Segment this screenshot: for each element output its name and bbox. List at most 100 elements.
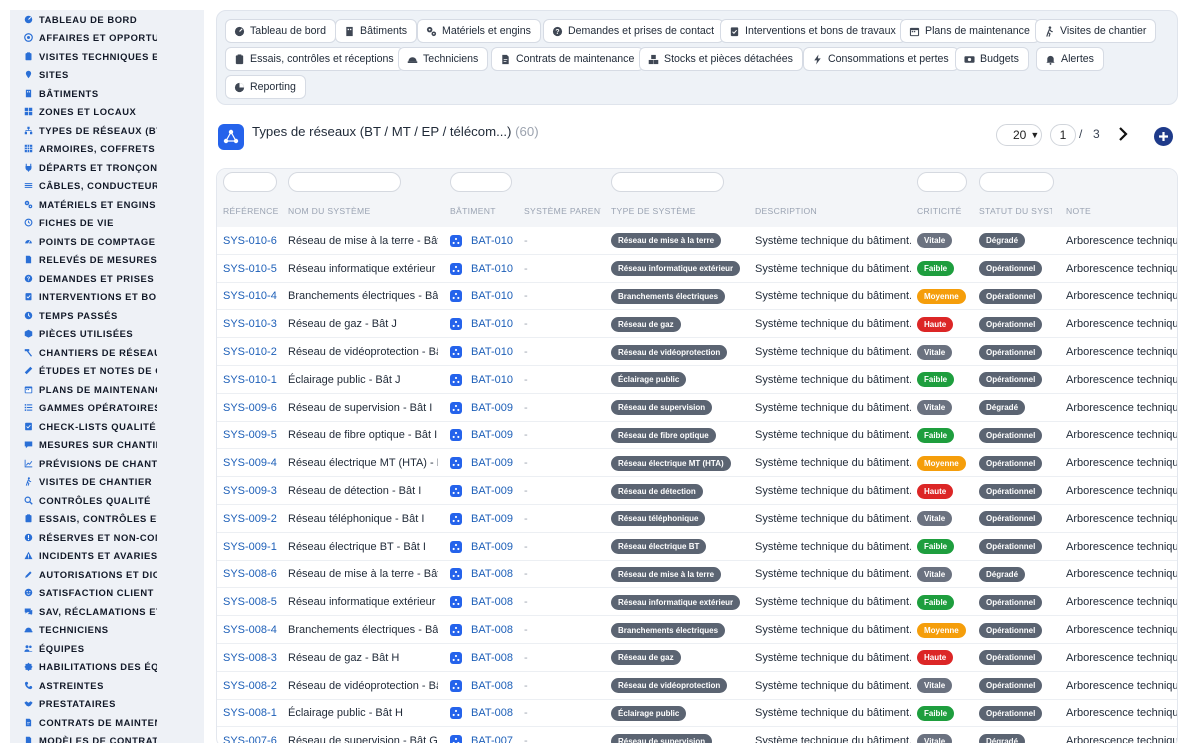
building-link[interactable]: BAT-008 <box>450 561 520 589</box>
sidebar-item[interactable]: CHECK-LISTS QUALITÉ <box>10 417 204 436</box>
building-link[interactable]: BAT-010 <box>450 283 520 311</box>
sidebar-item[interactable]: MODÈLES DE CONTRATS <box>10 732 204 743</box>
sidebar-item[interactable]: DÉPARTS ET TRONÇONS <box>10 158 204 177</box>
sidebar-item[interactable]: AFFAIRES ET OPPORTUNITÉS <box>10 29 204 48</box>
sidebar-item[interactable]: TEMPS PASSÉS <box>10 306 204 325</box>
sidebar-item[interactable]: GAMMES OPÉRATOIRES <box>10 399 204 418</box>
nav-tab[interactable]: Matériels et engins <box>417 19 541 43</box>
system-ref-link[interactable]: SYS-009-2 <box>223 505 283 533</box>
building-link[interactable]: BAT-008 <box>450 588 520 616</box>
building-link[interactable]: BAT-010 <box>450 310 520 338</box>
column-header-crit[interactable]: CRITICITÉ <box>917 206 975 216</box>
building-link[interactable]: BAT-008 <box>450 700 520 728</box>
table-row[interactable]: SYS-009-3 Réseau de détection - Bât I BA… <box>217 477 1177 505</box>
sidebar-item[interactable]: ÉTUDES ET NOTES DE CALCUL <box>10 362 204 381</box>
sidebar-item[interactable]: ESSAIS, CONTRÔLES ET <box>10 510 204 529</box>
sidebar-item[interactable]: ARMOIRES, COFFRETS ET <box>10 140 204 159</box>
column-header-note[interactable]: NOTE <box>1066 206 1166 216</box>
sidebar-item[interactable]: CONTRÔLES QUALITÉ <box>10 491 204 510</box>
system-ref-link[interactable]: SYS-009-5 <box>223 422 283 450</box>
sidebar-item[interactable]: AUTORISATIONS ET DICT <box>10 565 204 584</box>
sidebar-item[interactable]: PRÉVISIONS DE CHANTIER <box>10 454 204 473</box>
system-ref-link[interactable]: SYS-009-4 <box>223 449 283 477</box>
column-header-parent[interactable]: SYSTÈME PARENT <box>524 206 601 216</box>
page-input[interactable]: 1 <box>1050 124 1076 146</box>
nav-tab[interactable]: Plans de maintenance <box>900 19 1040 43</box>
sidebar-item[interactable]: CÂBLES, CONDUCTEURS <box>10 177 204 196</box>
system-ref-link[interactable]: SYS-010-6 <box>223 227 283 255</box>
table-row[interactable]: SYS-008-2 Réseau de vidéoprotection - Bâ… <box>217 672 1177 700</box>
table-row[interactable]: SYS-010-5 Réseau informatique extérieur … <box>217 255 1177 283</box>
building-link[interactable]: BAT-008 <box>450 616 520 644</box>
table-row[interactable]: SYS-007-6 Réseau de supervision - Bât G … <box>217 727 1177 743</box>
filter-ref-input[interactable] <box>223 172 277 192</box>
sidebar-item[interactable]: PIÈCES UTILISÉES <box>10 325 204 344</box>
sidebar-item[interactable]: PRESTATAIRES <box>10 695 204 714</box>
building-link[interactable]: BAT-007 <box>450 727 520 743</box>
sidebar-item[interactable]: TYPES DE RÉSEAUX (BT / MT / EP / TÉLÉCOM… <box>10 121 204 140</box>
nav-tab[interactable]: Contrats de maintenance <box>491 47 645 71</box>
building-link[interactable]: BAT-008 <box>450 644 520 672</box>
system-ref-link[interactable]: SYS-007-6 <box>223 727 283 743</box>
sidebar-item[interactable]: SITES <box>10 66 204 85</box>
system-ref-link[interactable]: SYS-008-5 <box>223 588 283 616</box>
sidebar-item[interactable]: TECHNICIENS <box>10 621 204 640</box>
nav-tab[interactable]: Essais, contrôles et réceptions <box>225 47 404 71</box>
sidebar-item[interactable]: PLANS DE MAINTENANCE <box>10 380 204 399</box>
nav-tab[interactable]: Budgets <box>955 47 1029 71</box>
sidebar-item[interactable]: MATÉRIELS ET ENGINS <box>10 195 204 214</box>
building-link[interactable]: BAT-009 <box>450 477 520 505</box>
table-row[interactable]: SYS-009-6 Réseau de supervision - Bât I … <box>217 394 1177 422</box>
nav-tab[interactable]: Tableau de bord <box>225 19 336 43</box>
system-ref-link[interactable]: SYS-010-5 <box>223 255 283 283</box>
system-ref-link[interactable]: SYS-010-2 <box>223 338 283 366</box>
nav-tab[interactable]: Bâtiments <box>335 19 418 43</box>
building-link[interactable]: BAT-009 <box>450 449 520 477</box>
table-row[interactable]: SYS-010-1 Éclairage public - Bât J BAT-0… <box>217 366 1177 394</box>
column-header-desc[interactable]: DESCRIPTION <box>755 206 905 216</box>
sidebar-item[interactable]: TABLEAU DE BORD <box>10 10 204 29</box>
column-header-bat[interactable]: BÂTIMENT <box>450 206 520 216</box>
sidebar-item[interactable]: ZONES ET LOCAUX <box>10 103 204 122</box>
nav-tab[interactable]: Reporting <box>225 75 306 99</box>
sidebar-item[interactable]: ÉQUIPES <box>10 639 204 658</box>
system-ref-link[interactable]: SYS-009-6 <box>223 394 283 422</box>
system-ref-link[interactable]: SYS-010-4 <box>223 283 283 311</box>
building-link[interactable]: BAT-010 <box>450 366 520 394</box>
table-row[interactable]: SYS-009-4 Réseau électrique MT (HTA) - B… <box>217 449 1177 478</box>
column-header-type[interactable]: TYPE DE SYSTÈME <box>611 206 751 216</box>
building-link[interactable]: BAT-009 <box>450 394 520 422</box>
sidebar-item[interactable]: SAV, RÉCLAMATIONS ET <box>10 602 204 621</box>
column-header-name[interactable]: NOM DU SYSTÈME <box>288 206 438 216</box>
next-page-button[interactable] <box>1115 124 1131 144</box>
sidebar-item[interactable]: SATISFACTION CLIENT <box>10 584 204 603</box>
sidebar-item[interactable]: CONTRATS DE MAINTENANCE <box>10 713 204 732</box>
system-ref-link[interactable]: SYS-008-4 <box>223 616 283 644</box>
table-row[interactable]: SYS-009-1 Réseau électrique BT - Bât I B… <box>217 533 1177 561</box>
system-ref-link[interactable]: SYS-008-3 <box>223 644 283 672</box>
sidebar-item[interactable]: ASTREINTES <box>10 676 204 695</box>
sidebar-item[interactable]: VISITES DE CHANTIER <box>10 473 204 492</box>
system-ref-link[interactable]: SYS-010-3 <box>223 310 283 338</box>
building-link[interactable]: BAT-009 <box>450 422 520 450</box>
table-row[interactable]: SYS-008-3 Réseau de gaz - Bât H BAT-008 … <box>217 644 1177 672</box>
sidebar-item[interactable]: BÂTIMENTS <box>10 84 204 103</box>
nav-tab[interactable]: Visites de chantier <box>1035 19 1157 43</box>
sidebar-item[interactable]: VISITES TECHNIQUES ET <box>10 47 204 66</box>
sidebar-item[interactable]: POINTS DE COMPTAGE ET <box>10 232 204 251</box>
building-link[interactable]: BAT-010 <box>450 227 520 255</box>
sidebar-item[interactable]: ? DEMANDES ET PRISES DE CONTACT <box>10 269 204 288</box>
sidebar-item[interactable]: FICHES DE VIE <box>10 214 204 233</box>
sidebar-item[interactable]: HABILITATIONS DES ÉQUIPES <box>10 658 204 677</box>
filter-stat-input[interactable] <box>979 172 1054 192</box>
sidebar-item[interactable]: CHANTIERS DE RÉSEAUX <box>10 343 204 362</box>
filter-type-input[interactable] <box>611 172 724 192</box>
nav-tab[interactable]: Techniciens <box>398 47 489 71</box>
table-row[interactable]: SYS-008-5 Réseau informatique extérieur … <box>217 588 1177 617</box>
building-link[interactable]: BAT-009 <box>450 505 520 533</box>
page-size-select[interactable]: 20 ▼ <box>996 124 1042 146</box>
nav-tab[interactable]: Consommations et pertes <box>803 47 959 71</box>
table-row[interactable]: SYS-008-1 Éclairage public - Bât H BAT-0… <box>217 700 1177 728</box>
table-row[interactable]: SYS-009-2 Réseau téléphonique - Bât I BA… <box>217 505 1177 533</box>
system-ref-link[interactable]: SYS-008-1 <box>223 700 283 728</box>
